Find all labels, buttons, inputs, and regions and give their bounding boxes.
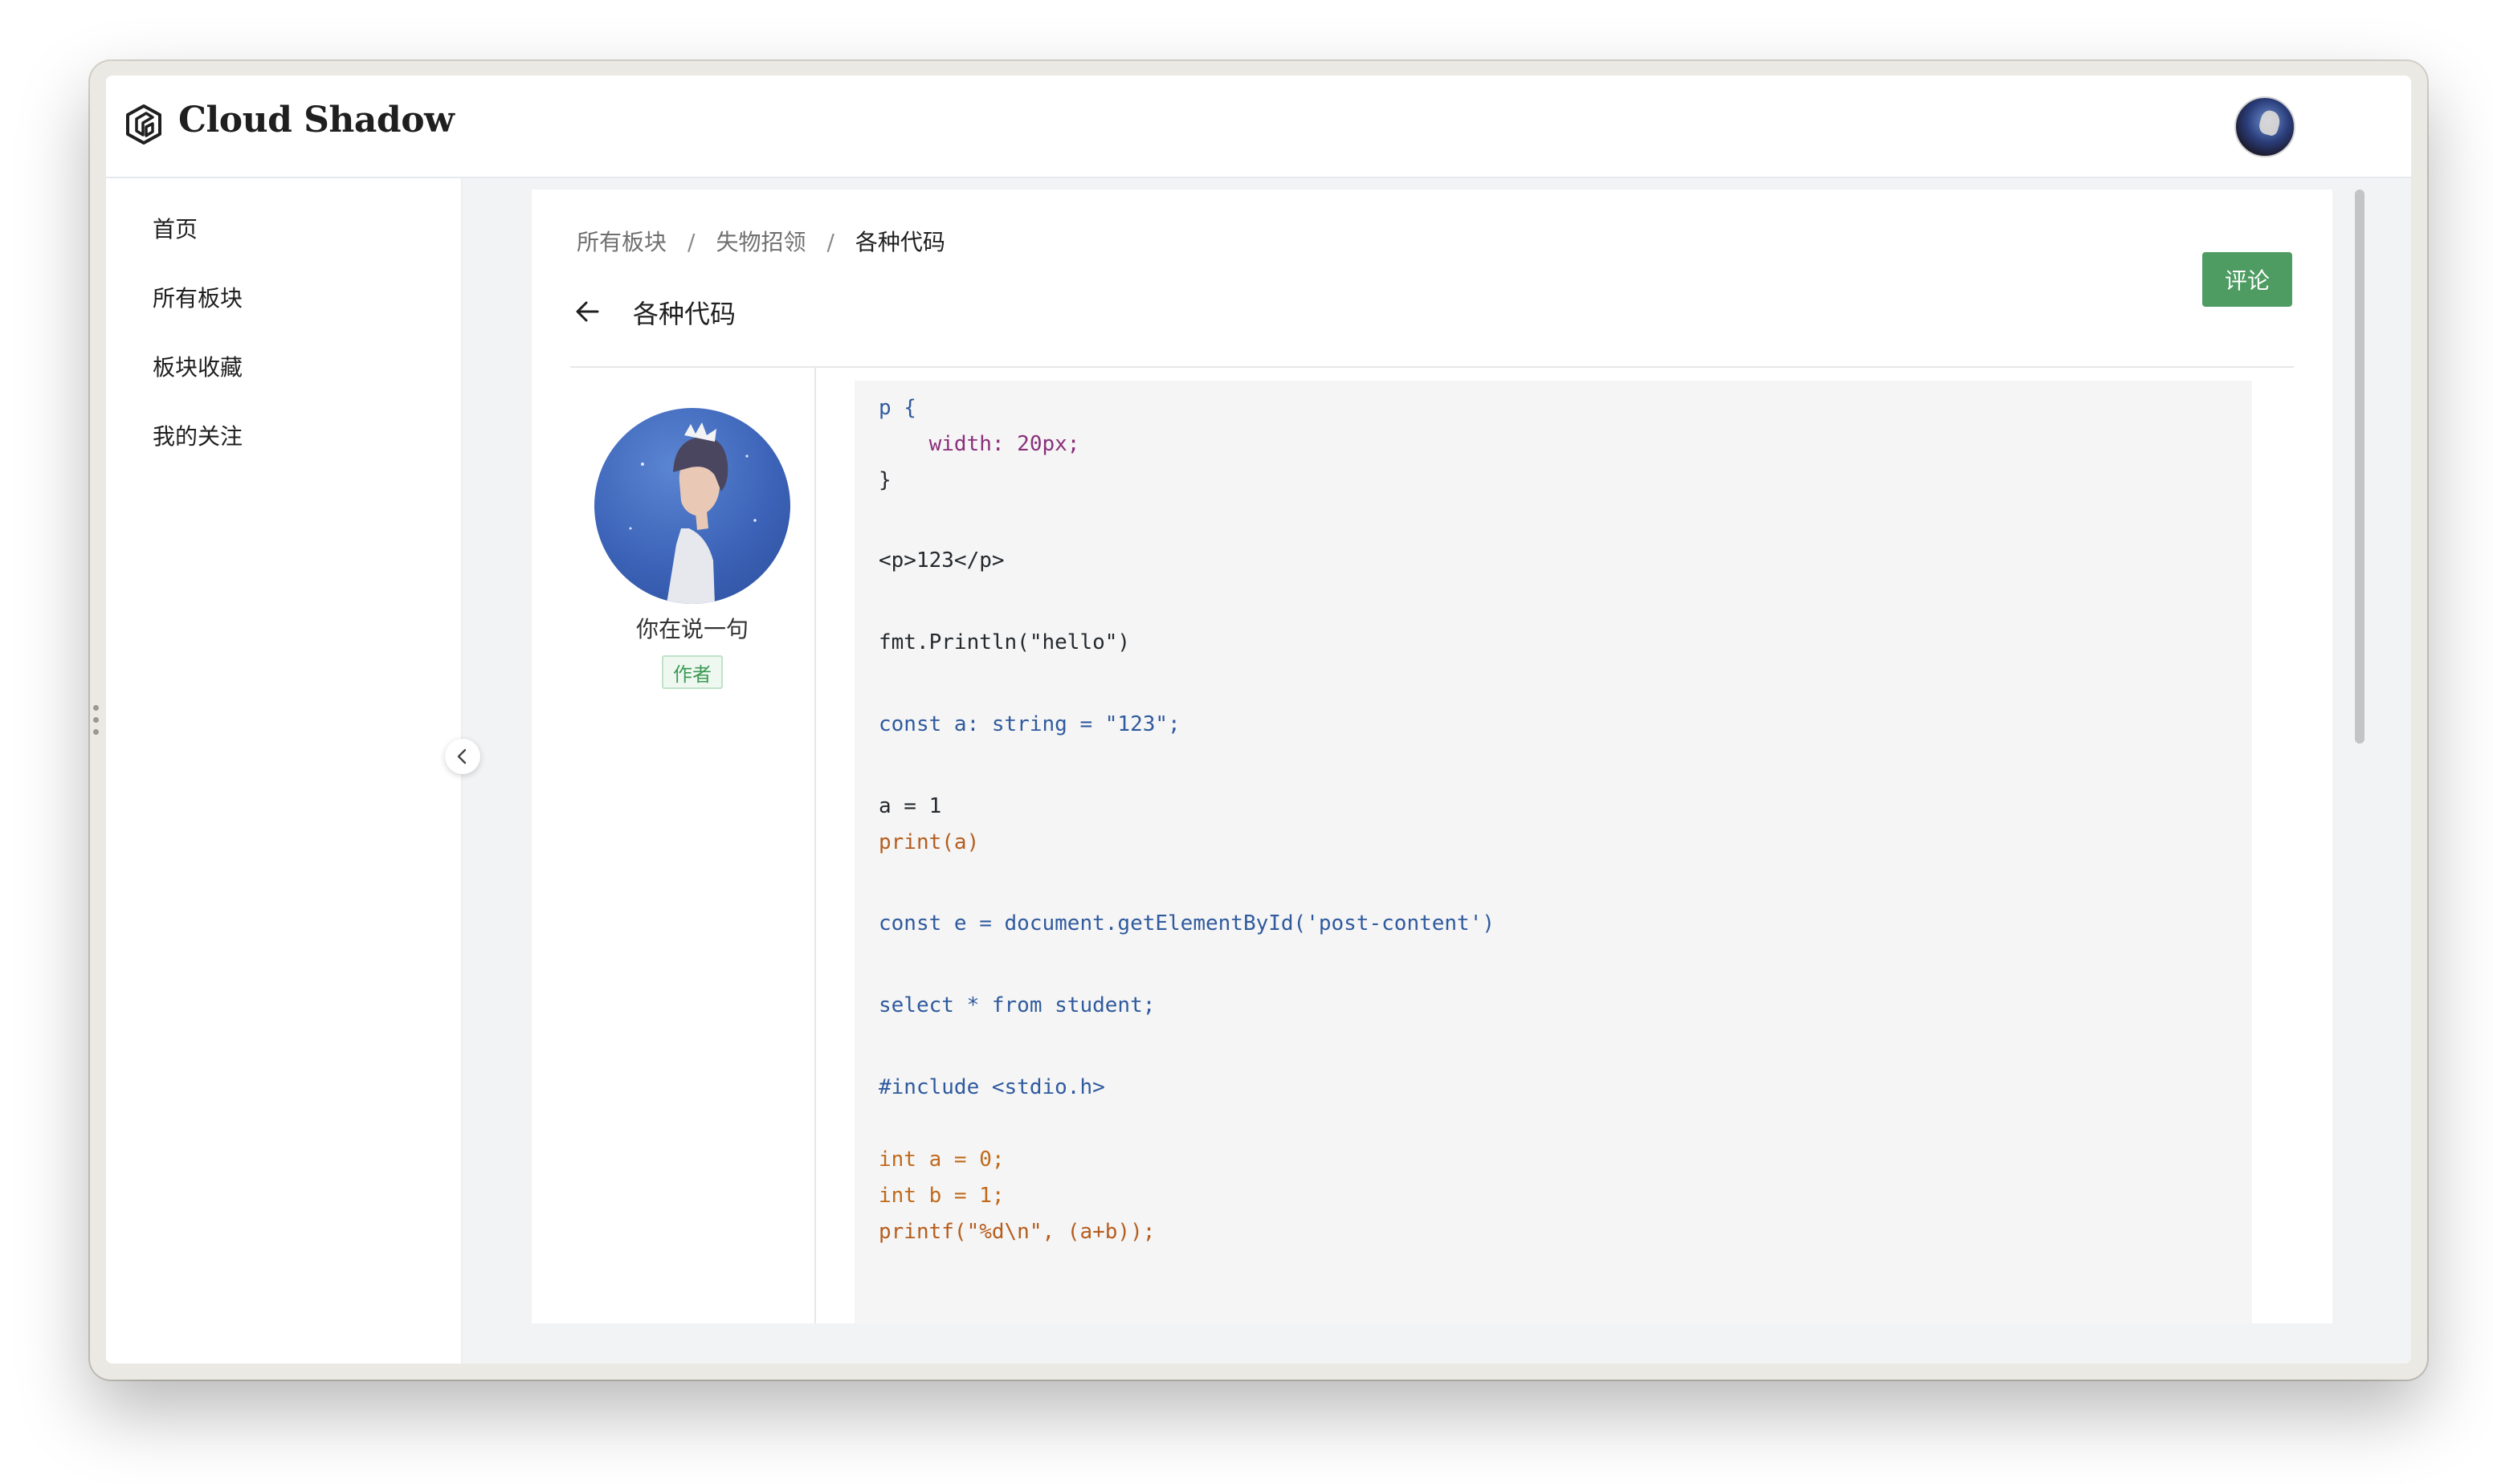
code-line: } [879,468,892,492]
brand-name[interactable]: Cloud Shadow [178,100,455,141]
author-avatar-illustration [629,422,757,604]
code-line: fmt.Println("hello") [879,630,1131,654]
breadcrumb-item-lost-found[interactable]: 失物招领 [716,229,806,255]
code-line: <p>123</p> [879,548,1005,573]
breadcrumb: 所有板块 / 失物招领 / 各种代码 [577,225,945,257]
code-line: a = 1 [879,794,942,818]
code-line: select * from student; [879,993,1156,1017]
author-badge: 作者 [662,655,723,689]
top-header: Cloud Shadow [106,75,2411,178]
author-name[interactable]: 你在说一句 [532,612,853,644]
code-line: const a: string = "123"; [879,712,1181,736]
sidebar: 首页 所有板块 板块收藏 我的关注 [106,178,463,1364]
back-arrow-icon[interactable] [573,297,602,326]
page-title: 各种代码 [633,299,736,329]
code-line: const e = document.getElementById('post-… [879,911,1495,936]
divider [570,366,2294,368]
author-avatar[interactable] [594,408,790,604]
divider [814,368,816,1323]
code-line: int b = 1; [879,1184,1005,1208]
resize-handle-left[interactable] [93,705,100,745]
code-line: print(a) [879,830,980,854]
code-line: printf("%d\n", (a+b)); [879,1220,1156,1244]
post-panel: 所有板块 / 失物招领 / 各种代码 各种代码 评论 你在说一句 作者 p { widt [532,190,2332,1323]
code-line: #include <stdio.h> [879,1075,1105,1099]
sidebar-collapse-button[interactable] [445,739,480,774]
breadcrumb-separator: / [688,229,696,255]
breadcrumb-item-all-boards[interactable]: 所有板块 [577,229,667,255]
sidebar-item-all-boards[interactable]: 所有板块 [153,281,243,313]
app-window: Cloud Shadow 首页 所有板块 板块收藏 我的关注 所有板块 / 失物招领… [106,75,2411,1364]
vertical-scrollbar[interactable] [2355,190,2364,744]
code-block: p { width: 20px; } <p>123</p> fmt.Printl… [855,381,2252,1323]
sidebar-item-board-favorites[interactable]: 板块收藏 [153,350,243,382]
code-line: p { [879,396,916,420]
chevron-left-icon [457,748,467,764]
code-line: int a = 0; [879,1148,1005,1172]
comment-button[interactable]: 评论 [2202,252,2292,307]
logo-icon[interactable] [122,103,165,146]
user-avatar[interactable] [2234,96,2295,157]
breadcrumb-item-current: 各种代码 [855,229,945,255]
code-line: width: 20px; [879,432,1080,456]
sidebar-item-home[interactable]: 首页 [153,212,198,244]
breadcrumb-separator: / [826,229,834,255]
sidebar-item-following[interactable]: 我的关注 [153,419,243,451]
